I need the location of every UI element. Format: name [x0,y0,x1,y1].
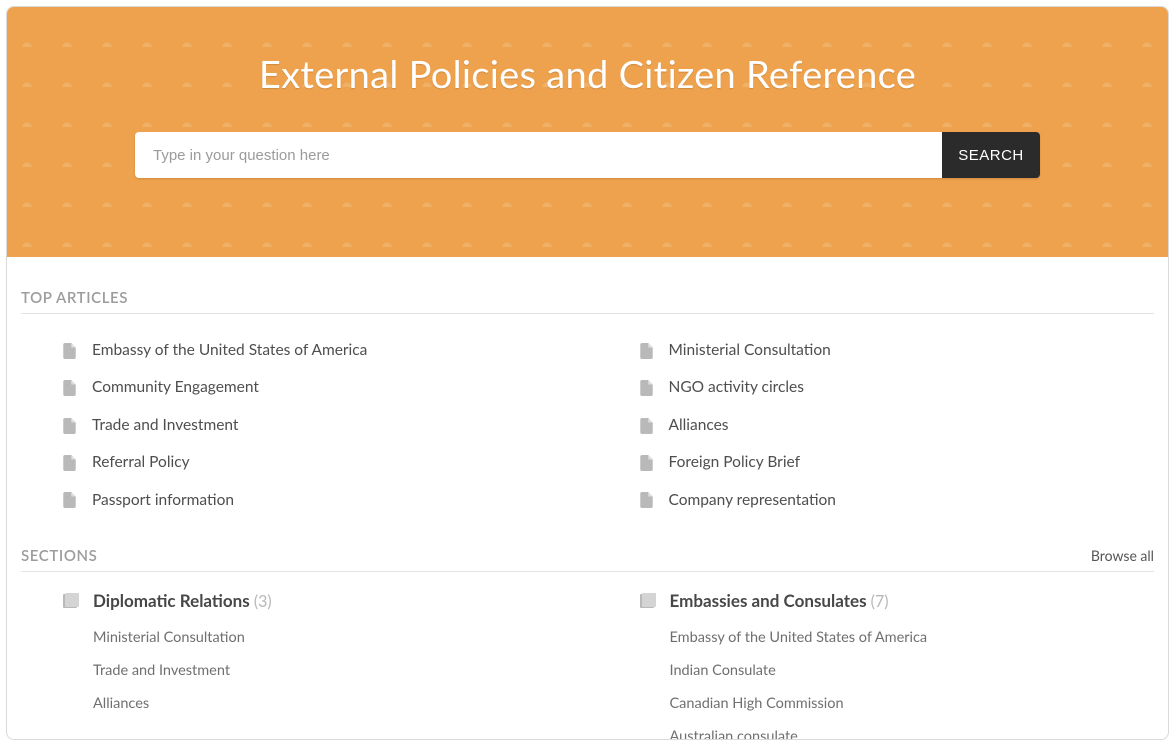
app-frame: External Policies and Citizen Reference … [6,6,1169,740]
section-article-link[interactable]: Indian Consulate [640,654,1155,687]
main-content: TOP ARTICLES Embassy of the United State… [7,257,1168,740]
file-icon [640,492,653,508]
article-link[interactable]: Trade and Investment [21,407,578,444]
browse-all-link[interactable]: Browse all [1091,547,1154,564]
file-icon [640,380,653,396]
file-icon [640,343,653,359]
section-card-header[interactable]: Diplomatic Relations (3) [63,590,578,611]
book-icon [63,593,79,609]
article-title: Referral Policy [92,448,190,477]
article-title: Embassy of the United States of America [92,336,367,365]
top-articles-list: Embassy of the United States of America … [21,332,1154,519]
file-icon [63,492,76,508]
article-title: Foreign Policy Brief [669,448,801,477]
sections-list: Diplomatic Relations (3) Ministerial Con… [21,590,1154,740]
article-link[interactable]: Alliances [598,407,1155,444]
article-link[interactable]: Foreign Policy Brief [598,444,1155,481]
article-title: Alliances [669,411,729,440]
article-link[interactable]: Ministerial Consultation [598,332,1155,369]
top-articles-heading: TOP ARTICLES [21,289,128,307]
section-article-link[interactable]: Australian consulate [640,720,1155,740]
article-title: Community Engagement [92,373,259,402]
file-icon [63,380,76,396]
section-card-header[interactable]: Embassies and Consulates (7) [640,590,1155,611]
file-icon [63,418,76,434]
file-icon [63,455,76,471]
section-name: Embassies and Consulates [670,590,867,611]
article-link[interactable]: Embassy of the United States of America [21,332,578,369]
search-input[interactable] [135,132,942,178]
article-title: NGO activity circles [669,373,804,402]
sections-heading: SECTIONS [21,547,97,565]
section-count: (7) [871,592,889,611]
page-title: External Policies and Citizen Reference [7,51,1168,97]
article-link[interactable]: Company representation [598,482,1155,519]
section-article-link[interactable]: Alliances [63,687,578,720]
book-icon [640,593,656,609]
article-title: Passport information [92,486,234,515]
search-bar: SEARCH [135,132,1040,178]
article-title: Ministerial Consultation [669,336,831,365]
article-link[interactable]: Community Engagement [21,369,578,406]
section-article-link[interactable]: Embassy of the United States of America [640,621,1155,654]
section-article-link[interactable]: Canadian High Commission [640,687,1155,720]
search-button[interactable]: SEARCH [942,132,1040,178]
article-link[interactable]: Passport information [21,482,578,519]
top-articles-header: TOP ARTICLES [21,289,1154,314]
section-article-link[interactable]: Trade and Investment [63,654,578,687]
file-icon [640,418,653,434]
sections-header: SECTIONS Browse all [21,547,1154,572]
article-title: Trade and Investment [92,411,238,440]
file-icon [63,343,76,359]
article-link[interactable]: Referral Policy [21,444,578,481]
section-name: Diplomatic Relations [93,590,250,611]
file-icon [640,455,653,471]
article-link[interactable]: NGO activity circles [598,369,1155,406]
article-title: Company representation [669,486,836,515]
section-article-link[interactable]: Ministerial Consultation [63,621,578,654]
hero-banner: External Policies and Citizen Reference … [7,7,1168,257]
section-count: (3) [254,592,272,611]
